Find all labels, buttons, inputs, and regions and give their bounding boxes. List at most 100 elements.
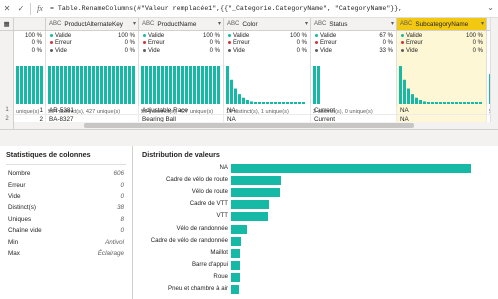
check-icon[interactable]: ✓ bbox=[14, 0, 28, 18]
distribution-bar[interactable] bbox=[68, 66, 71, 104]
distribution-bar[interactable] bbox=[76, 66, 79, 104]
value-bar[interactable] bbox=[231, 224, 247, 234]
distribution-bar[interactable] bbox=[100, 66, 103, 104]
distribution-bar[interactable] bbox=[278, 102, 281, 104]
value-bar[interactable] bbox=[231, 272, 241, 282]
type-icon[interactable]: ABC bbox=[142, 21, 154, 27]
column-header[interactable]: ABC ProductAlternateKey ▾ bbox=[46, 18, 139, 31]
value-bar[interactable] bbox=[231, 176, 282, 186]
distribution-bar[interactable] bbox=[104, 66, 107, 104]
distribution-bar[interactable] bbox=[48, 66, 51, 104]
distribution-bar[interactable] bbox=[455, 102, 458, 104]
distribution-bar[interactable] bbox=[153, 66, 156, 104]
distribution-bar[interactable] bbox=[230, 79, 233, 104]
distribution-bar[interactable] bbox=[238, 94, 241, 104]
formula-input[interactable]: = Table.RenameColumns(#"Valeur remplacée… bbox=[47, 5, 402, 12]
distribution-bar[interactable] bbox=[423, 101, 426, 104]
distribution-bar[interactable] bbox=[80, 66, 83, 104]
table-cell[interactable]: NA bbox=[397, 106, 487, 115]
table-cell[interactable]: NA bbox=[224, 106, 311, 115]
chevron-down-icon[interactable]: ▾ bbox=[391, 20, 394, 27]
distribution-bar[interactable] bbox=[36, 66, 39, 104]
distribution-bar[interactable] bbox=[173, 66, 176, 104]
type-icon[interactable]: ABC bbox=[49, 21, 61, 27]
distribution-bar[interactable] bbox=[274, 102, 277, 104]
distribution-row[interactable]: Pneu et chambre à air bbox=[136, 283, 498, 295]
distribution-bar[interactable] bbox=[56, 66, 59, 104]
distribution-bar[interactable] bbox=[132, 66, 135, 104]
distribution-bar[interactable] bbox=[443, 102, 446, 104]
type-icon[interactable]: ABC bbox=[314, 21, 326, 27]
distribution-bar[interactable] bbox=[427, 102, 430, 104]
table-cell[interactable]: AR-5381 bbox=[46, 106, 139, 115]
distribution-bar[interactable] bbox=[254, 102, 257, 104]
distribution-row[interactable]: Maillot bbox=[136, 247, 498, 259]
distribution-row[interactable]: Barre d'appui bbox=[136, 259, 498, 271]
distribution-bar[interactable] bbox=[286, 102, 289, 104]
value-bar[interactable] bbox=[231, 200, 269, 210]
distribution-bar[interactable] bbox=[270, 102, 273, 104]
distribution-bar[interactable] bbox=[435, 102, 438, 104]
distribution-bar[interactable] bbox=[149, 66, 152, 104]
distribution-bar[interactable] bbox=[177, 66, 180, 104]
distribution-bar[interactable] bbox=[415, 97, 418, 104]
distribution-bar[interactable] bbox=[317, 66, 320, 104]
distribution-bar[interactable] bbox=[32, 66, 35, 104]
distribution-bar[interactable] bbox=[24, 66, 27, 104]
distribution-bar[interactable] bbox=[112, 66, 115, 104]
distribution-bar[interactable] bbox=[475, 102, 478, 104]
column-header[interactable] bbox=[14, 18, 46, 31]
distribution-bar[interactable] bbox=[234, 88, 237, 104]
value-bar[interactable] bbox=[231, 260, 241, 270]
distribution-bar[interactable] bbox=[92, 66, 95, 104]
distribution-bar[interactable] bbox=[96, 66, 99, 104]
distribution-bar[interactable] bbox=[479, 102, 482, 104]
distribution-bar[interactable] bbox=[193, 66, 196, 104]
column-header[interactable]: ABC Status ▾ bbox=[311, 18, 397, 31]
table-menu-icon[interactable]: ▦ bbox=[0, 18, 14, 31]
distribution-row[interactable]: Roue bbox=[136, 271, 498, 283]
distribution-bar[interactable] bbox=[64, 66, 67, 104]
distribution-bar[interactable] bbox=[313, 66, 316, 104]
type-icon[interactable]: ABC bbox=[227, 21, 239, 27]
distribution-row[interactable]: Cadre de vélo de randonnée bbox=[136, 235, 498, 247]
distribution-bar[interactable] bbox=[246, 99, 249, 104]
distribution-bar[interactable] bbox=[407, 88, 410, 104]
distribution-bar[interactable] bbox=[294, 102, 297, 104]
distribution-bar[interactable] bbox=[72, 66, 75, 104]
distribution-bar[interactable] bbox=[242, 97, 245, 104]
column-header[interactable]: ABC Color ▾ bbox=[224, 18, 311, 31]
distribution-row[interactable]: Vélo de route bbox=[136, 186, 498, 198]
value-bar[interactable] bbox=[231, 248, 241, 258]
distribution-bar[interactable] bbox=[250, 101, 253, 104]
chevron-down-icon[interactable]: ▾ bbox=[218, 20, 221, 27]
distribution-bar[interactable] bbox=[439, 102, 442, 104]
vertical-scrollbar[interactable] bbox=[490, 18, 498, 122]
fx-icon[interactable]: fx bbox=[33, 0, 47, 18]
distribution-bar[interactable] bbox=[201, 66, 204, 104]
distribution-bar[interactable] bbox=[120, 66, 123, 104]
distribution-bar[interactable] bbox=[451, 102, 454, 104]
distribution-bar[interactable] bbox=[145, 66, 148, 104]
distribution-row[interactable]: NA bbox=[136, 162, 498, 174]
distribution-bar[interactable] bbox=[88, 66, 91, 104]
table-cell[interactable]: Current bbox=[311, 106, 397, 115]
chevron-down-icon[interactable]: ▾ bbox=[481, 20, 484, 27]
value-bar[interactable] bbox=[231, 212, 268, 222]
distribution-row[interactable]: Cadre de VTT bbox=[136, 198, 498, 210]
value-bar[interactable] bbox=[231, 236, 242, 246]
table-cell[interactable]: Adjustable Race bbox=[139, 106, 224, 115]
distribution-bar[interactable] bbox=[40, 66, 43, 104]
distribution-bar[interactable] bbox=[419, 99, 422, 104]
value-bar[interactable] bbox=[231, 285, 239, 294]
distribution-bar[interactable] bbox=[471, 102, 474, 104]
chevron-down-icon[interactable]: ▾ bbox=[133, 20, 136, 27]
distribution-bar[interactable] bbox=[108, 66, 111, 104]
distribution-bar[interactable] bbox=[411, 94, 414, 104]
distribution-bar[interactable] bbox=[197, 66, 200, 104]
distribution-bar[interactable] bbox=[403, 79, 406, 104]
distribution-bar[interactable] bbox=[161, 66, 164, 104]
table-cell[interactable]: 1 bbox=[14, 106, 46, 115]
distribution-bar[interactable] bbox=[181, 66, 184, 104]
distribution-bar[interactable] bbox=[189, 66, 192, 104]
